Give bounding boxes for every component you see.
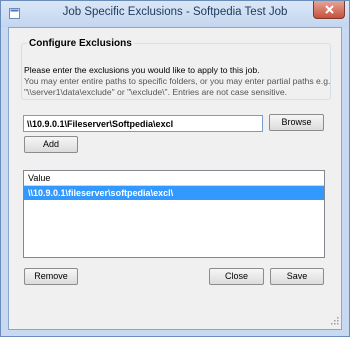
hint-text: You may enter entire paths to specific f… [24,76,330,98]
exclusions-list[interactable]: Value \\10.9.0.1\fileserver\softpedia\ex… [23,170,325,258]
title-bar[interactable]: Job Specific Exclusions - Softpedia Test… [1,1,349,27]
hint-line-2: "\\server1\data\exclude" or "\exclude\".… [24,87,287,97]
group-title: Configure Exclusions [27,38,134,49]
instruction-text: Please enter the exclusions you would li… [24,65,260,75]
save-button[interactable]: Save [270,268,324,285]
hint-line-1: You may enter entire paths to specific f… [24,76,331,86]
dialog-content: Configure Exclusions Please enter the ex… [8,27,342,330]
remove-button[interactable]: Remove [24,268,78,285]
browse-button[interactable]: Browse [269,114,324,131]
list-item[interactable]: \\10.9.0.1\fileserver\softpedia\excl\ [24,186,324,200]
dialog-window: Job Specific Exclusions - Softpedia Test… [0,0,350,337]
close-button[interactable]: Close [209,268,264,285]
window-close-button[interactable] [313,1,345,19]
add-button[interactable]: Add [24,136,78,153]
exclusion-path-input[interactable] [23,115,263,132]
close-icon [325,5,334,14]
window-title: Job Specific Exclusions - Softpedia Test… [62,6,288,18]
column-header-value[interactable]: Value [24,171,324,186]
resize-grip-icon[interactable] [330,316,339,327]
